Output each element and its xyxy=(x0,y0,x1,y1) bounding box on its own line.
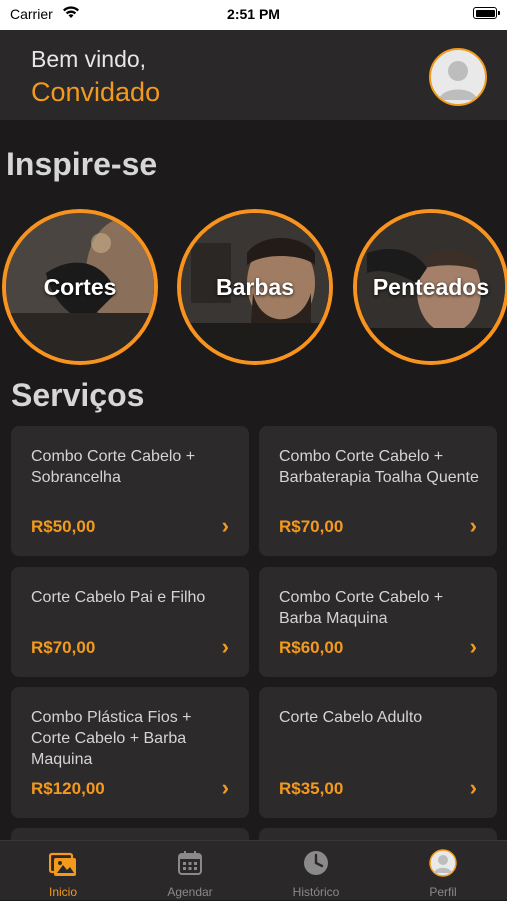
service-card[interactable]: Combo Corte Cabelo + Sobrancelha R$50,00… xyxy=(11,426,249,556)
welcome-text: Bem vindo, xyxy=(31,46,147,72)
service-title: Combo Corte Cabelo + Barbaterapia Toalha… xyxy=(279,448,479,486)
tab-label: Histórico xyxy=(292,885,340,899)
service-card[interactable]: Corte Cabelo Adulto R$35,00 › xyxy=(259,687,497,818)
service-card[interactable]: Corte Cabelo Pai e Filho R$70,00 › xyxy=(11,567,249,677)
services-title: Serviços xyxy=(11,377,145,413)
inspire-title: Inspire-se xyxy=(6,146,158,182)
tab-bar: Inicio Agendar Histórico Perfil xyxy=(0,840,507,900)
service-price: R$50,00 xyxy=(31,517,96,536)
service-title: Combo Plástica Fios + Corte Cabelo + Bar… xyxy=(31,709,192,768)
tab-label: Inicio xyxy=(48,885,77,899)
tab-label: Perfil xyxy=(429,885,457,899)
chevron-right-icon: › xyxy=(469,513,477,538)
default-avatar-icon xyxy=(439,61,477,100)
service-price: R$35,00 xyxy=(279,779,344,798)
tab-inicio[interactable]: Inicio xyxy=(0,841,126,901)
username-text: Convidado xyxy=(31,77,161,107)
inspire-barbas-item[interactable]: Barbas xyxy=(177,209,333,365)
status-time: 2:51 PM xyxy=(227,6,280,22)
tab-label: Agendar xyxy=(167,885,213,899)
tab-perfil[interactable]: Perfil xyxy=(380,841,506,901)
service-title: Combo Corte Cabelo + Barba Maquina xyxy=(279,589,444,627)
inspire-label: Penteados xyxy=(372,273,490,300)
service-title: Combo Corte Cabelo + Sobrancelha xyxy=(31,448,196,486)
profile-avatar-button[interactable] xyxy=(429,48,487,106)
tab-historico[interactable]: Histórico xyxy=(253,841,379,901)
service-card[interactable]: Combo Corte Cabelo + Barbaterapia Toalha… xyxy=(259,426,497,556)
profile-avatar-icon xyxy=(429,849,457,877)
welcome-header: Bem vindo, Convidado xyxy=(0,30,507,120)
chevron-right-icon: › xyxy=(221,775,229,800)
service-price: R$60,00 xyxy=(279,638,344,657)
service-price: R$70,00 xyxy=(31,638,96,657)
status-bar: Carrier 2:51 PM xyxy=(0,0,507,30)
service-title: Corte Cabelo Adulto xyxy=(279,709,423,726)
chevron-right-icon: › xyxy=(221,634,229,659)
clock-icon xyxy=(304,851,328,875)
service-price: R$120,00 xyxy=(31,779,105,798)
gallery-icon xyxy=(49,852,76,876)
service-price: R$70,00 xyxy=(279,517,344,536)
chevron-right-icon: › xyxy=(221,513,229,538)
calendar-icon xyxy=(178,851,202,875)
inspire-label: Cortes xyxy=(43,273,117,300)
inspire-penteados-item[interactable]: Penteados xyxy=(353,209,507,365)
service-card[interactable]: Combo Corte Cabelo + Barba Maquina R$60,… xyxy=(259,567,497,677)
service-card[interactable]: Combo Plástica Fios + Corte Cabelo + Bar… xyxy=(11,687,249,818)
inspire-cortes-item[interactable]: Cortes xyxy=(2,209,158,365)
chevron-right-icon: › xyxy=(469,775,477,800)
chevron-right-icon: › xyxy=(469,634,477,659)
battery-icon xyxy=(473,7,500,19)
tab-agendar[interactable]: Agendar xyxy=(127,841,253,901)
service-title: Corte Cabelo Pai e Filho xyxy=(31,589,206,606)
inspire-label: Barbas xyxy=(216,273,294,300)
